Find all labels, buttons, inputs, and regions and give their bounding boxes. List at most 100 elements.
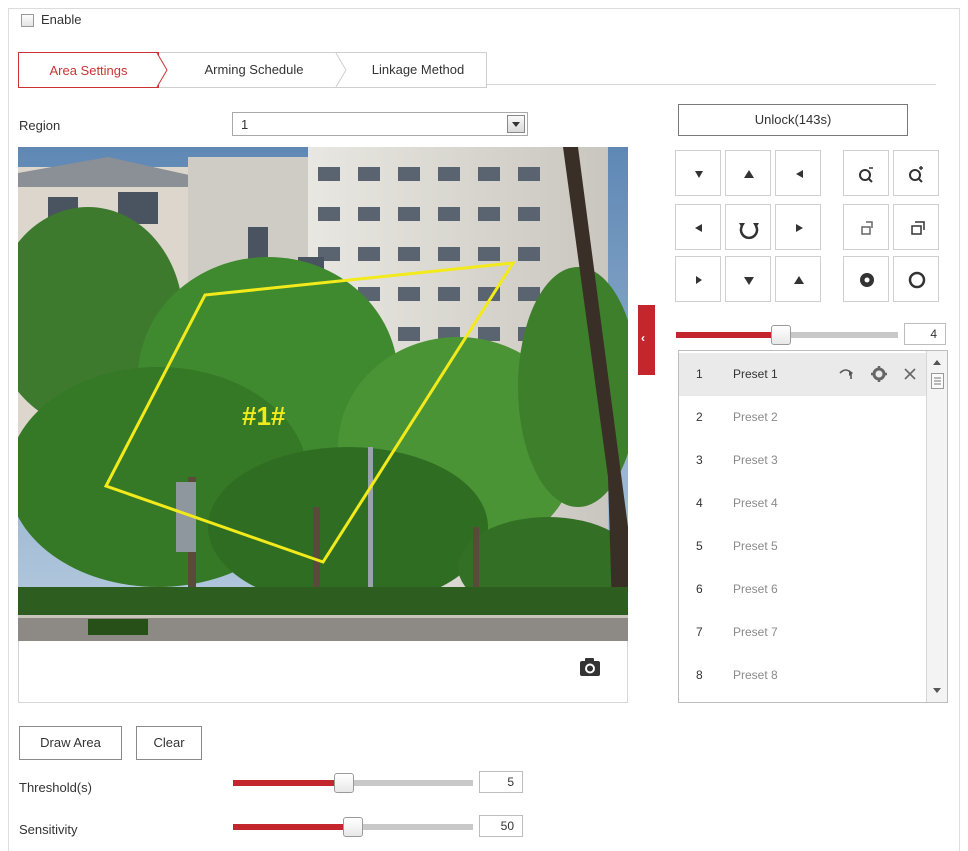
iris-open-icon (908, 271, 926, 289)
pan-down-button[interactable] (725, 256, 771, 302)
arrow-right-icon (796, 224, 803, 232)
gear-icon[interactable] (869, 364, 889, 384)
draw-area-button[interactable]: Draw Area (19, 726, 122, 760)
video-frame: #1# (18, 147, 628, 641)
threshold-slider[interactable] (233, 773, 473, 793)
close-icon[interactable] (900, 364, 920, 384)
slider-fill (233, 824, 353, 830)
preset-row[interactable]: 3 Preset 3 (679, 439, 927, 482)
tab-separator (156, 53, 168, 87)
preset-row[interactable]: 1 Preset 1 (679, 353, 927, 396)
preset-number: 8 (696, 668, 703, 682)
iris-close-icon (860, 273, 874, 287)
preset-number: 6 (696, 582, 703, 596)
preset-number: 4 (696, 496, 703, 510)
slider-track (781, 332, 898, 338)
iris-open-button[interactable] (893, 256, 939, 302)
unlock-button[interactable]: Unlock(143s) (678, 104, 908, 136)
arrow-up-left-icon (695, 171, 703, 178)
slider-fill (233, 780, 344, 786)
zoom-out-button[interactable] (843, 150, 889, 196)
scroll-grip-icon[interactable] (931, 373, 944, 389)
collapse-panel-tab[interactable]: ‹ (638, 305, 655, 375)
detection-area-label: #1# (242, 401, 286, 431)
preset-row[interactable]: 5 Preset 5 (679, 525, 927, 568)
tab-separator (335, 53, 347, 87)
pan-up-right-button[interactable] (775, 150, 821, 196)
tab-strip: Area Settings Arming Schedule Linkage Me… (18, 52, 936, 88)
clear-button[interactable]: Clear (136, 726, 202, 760)
tab-linkage-method[interactable]: Linkage Method (349, 53, 487, 87)
preset-row[interactable]: 8 Preset 8 (679, 654, 927, 697)
region-label: Region (19, 118, 61, 133)
scroll-up-icon[interactable] (927, 353, 947, 371)
arrow-down-icon (744, 277, 754, 285)
preset-name: Preset 1 (733, 367, 778, 381)
scroll-down-icon[interactable] (927, 682, 947, 700)
pan-right-button[interactable] (775, 204, 821, 250)
preset-name: Preset 3 (733, 453, 778, 467)
preset-row[interactable]: 7 Preset 7 (679, 611, 927, 654)
arrow-down-left-icon (696, 276, 702, 284)
tab-baseline (487, 84, 936, 85)
preset-name: Preset 2 (733, 410, 778, 424)
pan-up-left-button[interactable] (675, 150, 721, 196)
tab-bar: Area Settings Arming Schedule Linkage Me… (18, 52, 487, 88)
threshold-value[interactable]: 5 (479, 771, 523, 793)
preset-row[interactable]: 2 Preset 2 (679, 396, 927, 439)
threshold-label: Threshold(s) (19, 780, 92, 795)
arrow-down-right-icon (794, 276, 804, 284)
arrow-left-icon (695, 224, 702, 232)
region-select-value: 1 (241, 117, 249, 132)
sensitivity-label: Sensitivity (19, 822, 78, 837)
enable-label: Enable (41, 12, 82, 27)
preset-row[interactable]: 4 Preset 4 (679, 482, 927, 525)
preset-row[interactable]: 6 Preset 6 (679, 568, 927, 611)
pan-down-right-button[interactable] (775, 256, 821, 302)
slider-thumb[interactable] (343, 817, 363, 837)
preset-number: 5 (696, 539, 703, 553)
zoom-out-icon (859, 167, 873, 183)
slider-fill (676, 332, 781, 338)
enable-checkbox[interactable] (21, 14, 34, 27)
preset-name: Preset 7 (733, 625, 778, 639)
focus-far-button[interactable] (893, 204, 939, 250)
slider-track (344, 780, 473, 786)
zoom-in-icon (909, 166, 923, 183)
live-video[interactable]: #1# (18, 147, 628, 641)
arrow-up-icon (744, 170, 754, 178)
camera-icon[interactable] (579, 657, 601, 677)
preset-scrollbar[interactable] (926, 351, 947, 702)
chevron-down-icon[interactable] (507, 115, 525, 133)
sensitivity-slider[interactable] (233, 817, 473, 837)
pan-up-button[interactable] (725, 150, 771, 196)
rotate-icon (739, 223, 759, 240)
focus-near-button[interactable] (843, 204, 889, 250)
ptz-speed-value[interactable]: 4 (904, 323, 946, 345)
region-select[interactable]: 1 (232, 112, 528, 136)
tab-arming-schedule[interactable]: Arming Schedule (169, 53, 339, 87)
preset-name: Preset 6 (733, 582, 778, 596)
focus-far-icon (911, 221, 925, 235)
sensitivity-value[interactable]: 50 (479, 815, 523, 837)
preset-name: Preset 5 (733, 539, 778, 553)
iris-close-button[interactable] (843, 256, 889, 302)
zoom-in-button[interactable] (893, 150, 939, 196)
auto-rotate-button[interactable] (725, 204, 771, 250)
slider-thumb[interactable] (334, 773, 354, 793)
preset-name: Preset 4 (733, 496, 778, 510)
preset-number: 1 (696, 367, 703, 381)
pan-left-button[interactable] (675, 204, 721, 250)
call-preset-icon[interactable] (836, 364, 856, 384)
slider-thumb[interactable] (771, 325, 791, 345)
preset-name: Preset 8 (733, 668, 778, 682)
tab-area-settings[interactable]: Area Settings (18, 52, 159, 88)
preset-number: 7 (696, 625, 703, 639)
preset-number: 3 (696, 453, 703, 467)
chevron-left-icon: ‹ (641, 331, 645, 345)
slider-track (353, 824, 473, 830)
focus-near-icon (861, 221, 873, 235)
pan-down-left-button[interactable] (675, 256, 721, 302)
ptz-speed-slider[interactable] (676, 325, 898, 345)
arrow-up-right-icon (796, 170, 803, 178)
